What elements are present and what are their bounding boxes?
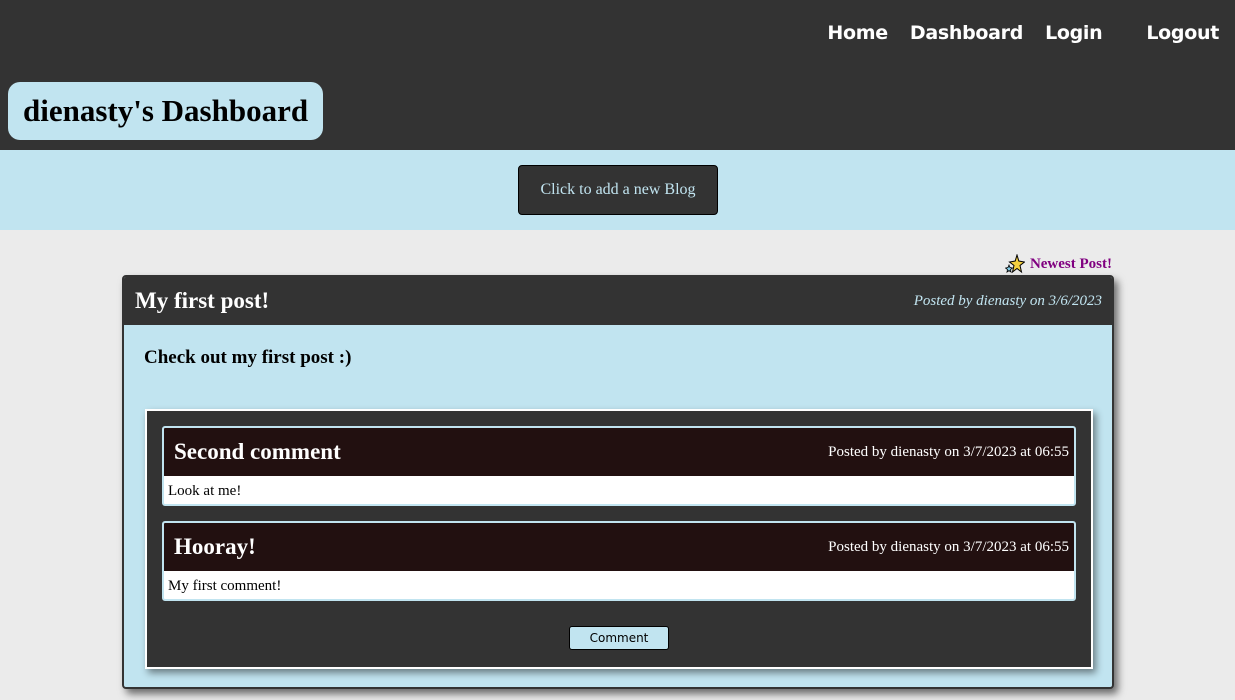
nav-dashboard-link[interactable]: Dashboard bbox=[910, 22, 1023, 44]
post-body: Check out my first post :) bbox=[144, 347, 352, 368]
main-nav: Home Dashboard Login Logout bbox=[805, 22, 1219, 44]
comment-text: Look at me! bbox=[168, 483, 242, 499]
page-title-pill: dienasty's Dashboard bbox=[8, 82, 324, 140]
comment-header: Hooray! Posted by dienasty on 3/7/2023 a… bbox=[164, 523, 1074, 571]
post-header: My first post! Posted by dienasty on 3/6… bbox=[124, 277, 1112, 325]
post-card: My first post! Posted by dienasty on 3/6… bbox=[122, 275, 1114, 689]
newest-post-tag: Newest Post! bbox=[1004, 254, 1112, 274]
comment-title: Second comment bbox=[174, 439, 341, 464]
post-title: My first post! bbox=[135, 288, 270, 313]
comment-title: Hooray! bbox=[174, 534, 256, 559]
site-header: Home Dashboard Login Logout dienasty's D… bbox=[0, 0, 1235, 150]
add-blog-button[interactable]: Click to add a new Blog bbox=[518, 165, 718, 215]
page-title: dienasty's Dashboard bbox=[23, 93, 309, 128]
comment-card: Second comment Posted by dienasty on 3/7… bbox=[162, 426, 1076, 506]
comment-button[interactable]: Comment bbox=[569, 626, 669, 650]
comments-section: Second comment Posted by dienasty on 3/7… bbox=[145, 409, 1093, 669]
nav-home-link[interactable]: Home bbox=[827, 22, 888, 44]
nav-login-link[interactable]: Login bbox=[1045, 22, 1103, 44]
newest-post-label: Newest Post! bbox=[1029, 255, 1112, 272]
comment-meta: Posted by dienasty on 3/7/2023 at 06:55 bbox=[828, 538, 1069, 555]
sparkle-star-icon bbox=[1004, 254, 1025, 274]
add-blog-band: Click to add a new Blog bbox=[0, 150, 1235, 230]
comment-header: Second comment Posted by dienasty on 3/7… bbox=[164, 428, 1074, 476]
comment-meta: Posted by dienasty on 3/7/2023 at 06:55 bbox=[828, 443, 1069, 460]
comment-text: My first comment! bbox=[168, 578, 282, 594]
comment-card: Hooray! Posted by dienasty on 3/7/2023 a… bbox=[162, 521, 1076, 601]
post-meta: Posted by dienasty on 3/6/2023 bbox=[913, 292, 1102, 309]
nav-logout-link[interactable]: Logout bbox=[1146, 22, 1219, 44]
